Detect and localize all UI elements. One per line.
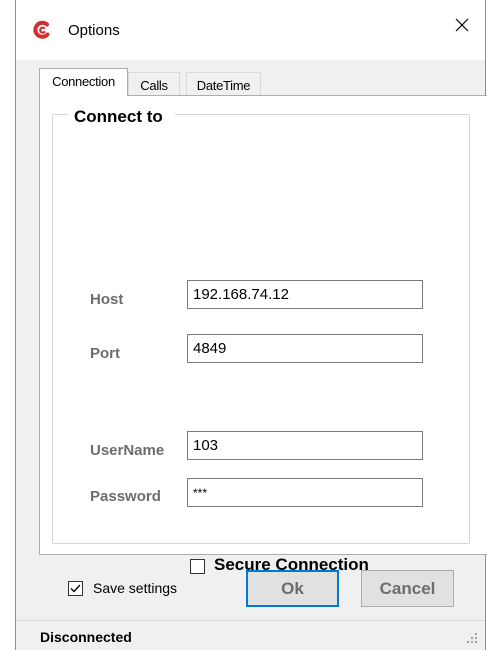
resize-grip-icon[interactable] [465, 631, 479, 645]
host-label: Host [90, 291, 124, 308]
app-logo-icon [32, 20, 52, 40]
cancel-button[interactable]: Cancel [361, 570, 454, 607]
connect-to-group: Connect to Host Port UserName Password S… [52, 107, 470, 574]
port-label: Port [90, 345, 120, 362]
save-settings-checkbox[interactable] [68, 581, 83, 596]
tab-calls[interactable]: Calls [128, 72, 180, 96]
secure-connection-checkbox[interactable] [190, 559, 205, 574]
host-input[interactable] [187, 280, 423, 309]
check-icon [70, 584, 81, 593]
tab-datetime[interactable]: DateTime [186, 72, 261, 96]
password-input[interactable] [187, 478, 423, 507]
status-bar: Disconnected [16, 620, 485, 650]
ok-button-label: Ok [281, 578, 304, 598]
tab-datetime-label: DateTime [196, 78, 251, 93]
connection-status: Disconnected [40, 629, 132, 645]
cancel-button-label: Cancel [379, 578, 436, 598]
close-button[interactable] [439, 8, 485, 46]
port-input[interactable] [187, 334, 423, 363]
connection-tab-panel: Connect to Host Port UserName Password S… [39, 95, 487, 574]
save-settings-label: Save settings [93, 580, 178, 596]
group-title: Connect to [68, 107, 175, 127]
username-input[interactable] [187, 431, 423, 460]
tab-connection[interactable]: Connection [39, 68, 128, 96]
title-bar: Options [16, 0, 485, 60]
options-dialog: Options Connection Calls DateTime Connec… [15, 0, 487, 650]
tab-connection-label: Connection [52, 74, 115, 89]
window-title: Options [68, 22, 120, 39]
password-label: Password [90, 488, 161, 505]
tab-calls-label: Calls [140, 78, 168, 93]
close-icon [455, 18, 469, 37]
ok-button[interactable]: Ok [246, 570, 339, 607]
username-label: UserName [90, 442, 165, 459]
